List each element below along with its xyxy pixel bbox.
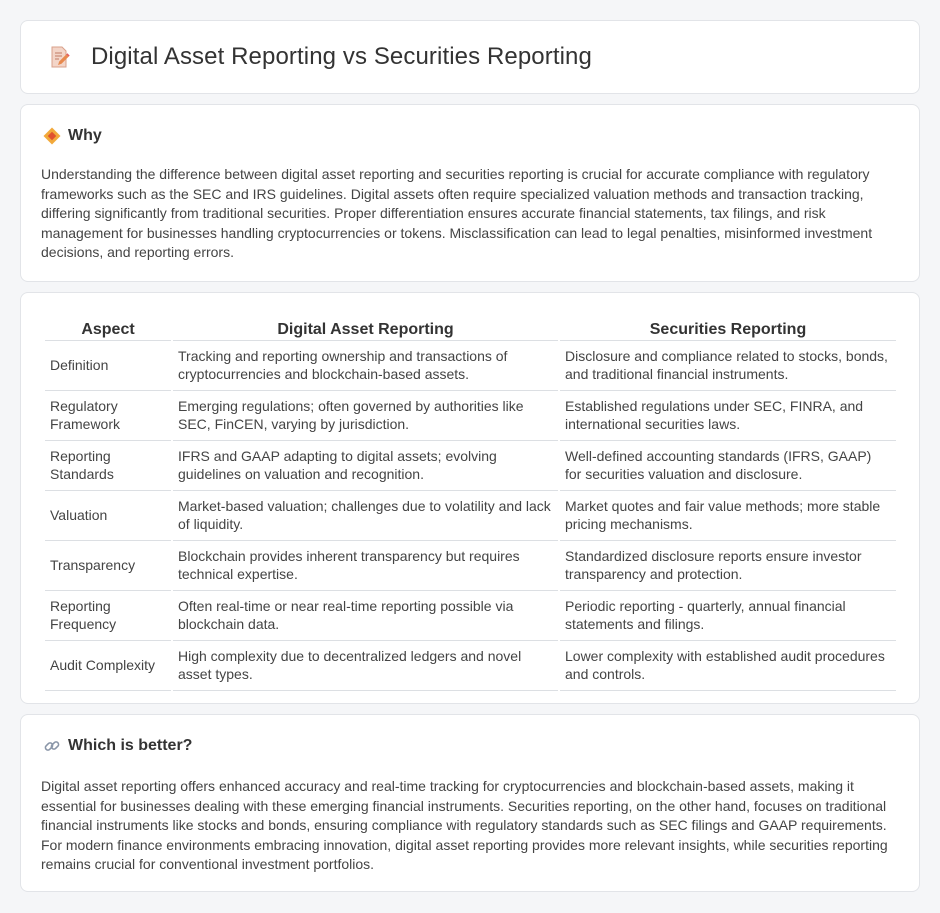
diamond-icon: [43, 127, 61, 145]
digital-asset-cell: Emerging regulations; often governed by …: [173, 391, 558, 441]
securities-cell: Periodic reporting - quarterly, annual f…: [560, 591, 896, 641]
aspect-cell: Transparency: [45, 541, 171, 591]
why-card: Why Understanding the difference between…: [20, 104, 920, 282]
why-body: Understanding the difference between dig…: [41, 166, 873, 261]
securities-cell: Disclosure and compliance related to sto…: [560, 341, 896, 391]
digital-asset-cell: Blockchain provides inherent transparenc…: [173, 541, 558, 591]
aspect-cell: Regulatory Framework: [45, 391, 171, 441]
document-pencil-icon: [51, 46, 70, 68]
table-header-row: Aspect Digital Asset Reporting Securitie…: [45, 313, 896, 341]
securities-cell: Standardized disclosure reports ensure i…: [560, 541, 896, 591]
digital-asset-cell: Often real-time or near real-time report…: [173, 591, 558, 641]
aspect-cell: Reporting Standards: [45, 441, 171, 491]
aspect-cell: Definition: [45, 341, 171, 391]
comparison-card: Aspect Digital Asset Reporting Securitie…: [20, 292, 920, 704]
title-card: Digital Asset Reporting vs Securities Re…: [20, 20, 920, 94]
table-row: Valuation Market-based valuation; challe…: [45, 491, 896, 541]
aspect-cell: Reporting Frequency: [45, 591, 171, 641]
comparison-table: Aspect Digital Asset Reporting Securitie…: [43, 313, 898, 691]
securities-cell: Established regulations under SEC, FINRA…: [560, 391, 896, 441]
why-title: Why: [68, 127, 102, 144]
page-title: Digital Asset Reporting vs Securities Re…: [91, 43, 592, 70]
digital-asset-cell: Market-based valuation; challenges due t…: [173, 491, 558, 541]
header-securities: Securities Reporting: [560, 313, 896, 341]
which-better-title: Which is better?: [68, 737, 193, 754]
table-row: Reporting Frequency Often real-time or n…: [45, 591, 896, 641]
table-row: Reporting Standards IFRS and GAAP adapti…: [45, 441, 896, 491]
digital-asset-cell: Tracking and reporting ownership and tra…: [173, 341, 558, 391]
header-aspect: Aspect: [45, 313, 171, 341]
which-better-card: Which is better? Digital asset reporting…: [20, 714, 920, 892]
table-row: Definition Tracking and reporting owners…: [45, 341, 896, 391]
aspect-cell: Valuation: [45, 491, 171, 541]
header-digital-asset: Digital Asset Reporting: [173, 313, 558, 341]
digital-asset-cell: IFRS and GAAP adapting to digital assets…: [173, 441, 558, 491]
link-icon: [44, 741, 60, 751]
securities-cell: Market quotes and fair value methods; mo…: [560, 491, 896, 541]
securities-cell: Lower complexity with established audit …: [560, 641, 896, 691]
securities-cell: Well-defined accounting standards (IFRS,…: [560, 441, 896, 491]
digital-asset-cell: High complexity due to decentralized led…: [173, 641, 558, 691]
which-better-body: Digital asset reporting offers enhanced …: [41, 778, 888, 873]
table-row: Regulatory Framework Emerging regulation…: [45, 391, 896, 441]
table-row: Audit Complexity High complexity due to …: [45, 641, 896, 691]
aspect-cell: Audit Complexity: [45, 641, 171, 691]
table-row: Transparency Blockchain provides inheren…: [45, 541, 896, 591]
